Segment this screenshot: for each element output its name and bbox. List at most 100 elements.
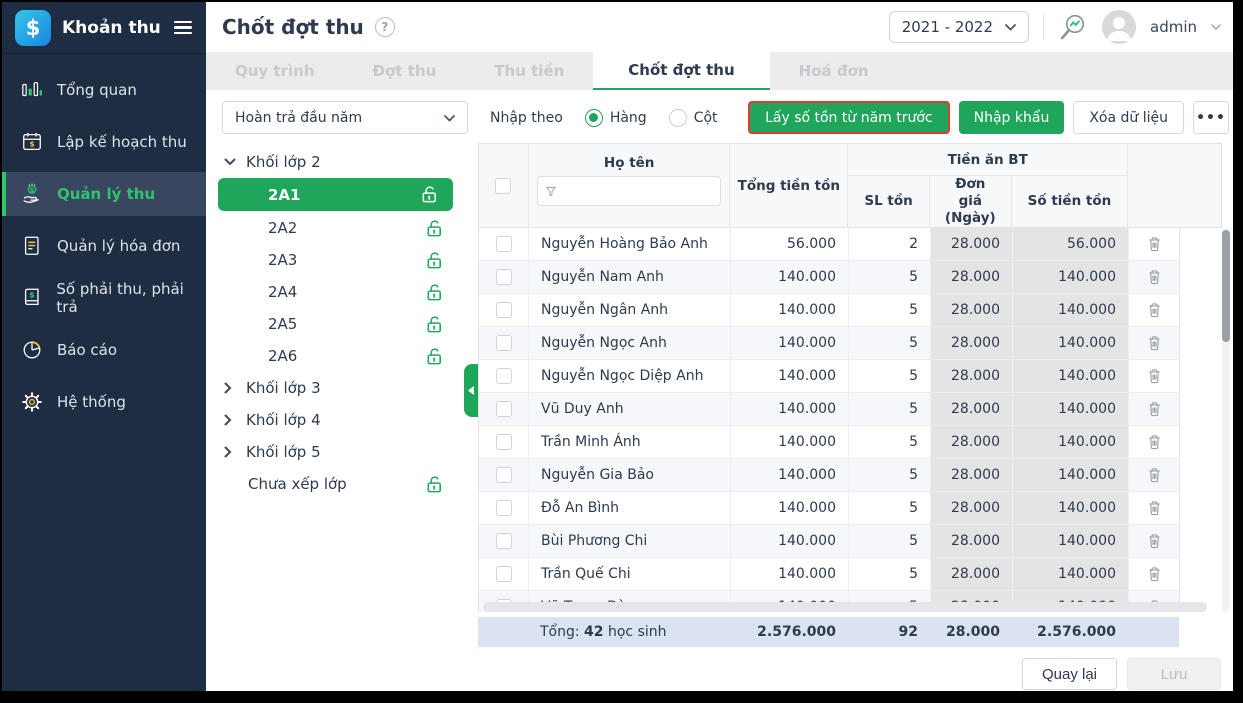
get-balance-from-last-year-button[interactable]: Lấy số tồn từ năm trước bbox=[748, 101, 950, 134]
vertical-scrollbar-thumb[interactable] bbox=[1222, 230, 1230, 342]
cell-qty[interactable]: 5 bbox=[849, 360, 931, 392]
tree-item[interactable]: 2A2 bbox=[206, 212, 478, 244]
tab[interactable]: Hoá đơn bbox=[770, 52, 898, 90]
tree-item[interactable]: Chưa xếp lớp bbox=[206, 468, 478, 500]
chevron-down-icon[interactable] bbox=[224, 158, 244, 166]
cell-total-balance[interactable]: 140.000 bbox=[731, 360, 849, 392]
row-checkbox[interactable] bbox=[496, 500, 512, 516]
cell-qty[interactable]: 5 bbox=[849, 294, 931, 326]
row-checkbox[interactable] bbox=[496, 434, 512, 450]
radio-column-control[interactable] bbox=[669, 109, 687, 127]
tab[interactable]: Quy trình bbox=[206, 52, 344, 90]
delete-row-button[interactable] bbox=[1147, 467, 1162, 483]
cell-total-balance[interactable]: 140.000 bbox=[731, 426, 849, 458]
import-button[interactable]: Nhập khẩu bbox=[959, 101, 1065, 134]
sidebar-item-so-phai-thu-phai-tra[interactable]: $ Số phải thu, phải trả bbox=[2, 276, 206, 320]
sidebar-item-quan-ly-hoa-don[interactable]: Quản lý hóa đơn bbox=[2, 224, 206, 268]
back-button[interactable]: Quay lại bbox=[1022, 658, 1117, 690]
tree-item[interactable]: 2A6 bbox=[206, 340, 478, 372]
horizontal-scrollbar[interactable] bbox=[483, 602, 1207, 612]
name-filter[interactable] bbox=[537, 176, 721, 206]
radio-column[interactable]: Cột bbox=[669, 109, 718, 127]
delete-row-button[interactable] bbox=[1147, 434, 1162, 450]
row-checkbox[interactable] bbox=[496, 467, 512, 483]
tree-item[interactable]: Khối lớp 2 bbox=[206, 146, 478, 178]
chevron-right-icon[interactable] bbox=[224, 414, 244, 426]
tree-item[interactable]: 2A5 bbox=[206, 308, 478, 340]
cell-qty[interactable]: 2 bbox=[849, 228, 931, 260]
tab[interactable]: Đợt thu bbox=[344, 52, 466, 90]
row-checkbox[interactable] bbox=[496, 368, 512, 384]
cell-qty[interactable]: 5 bbox=[849, 459, 931, 491]
select-all-checkbox[interactable] bbox=[495, 178, 511, 194]
cell-total-balance[interactable]: 140.000 bbox=[731, 459, 849, 491]
username[interactable]: admin bbox=[1150, 18, 1197, 36]
fee-type-select[interactable]: Hoàn trả đầu năm bbox=[222, 101, 468, 134]
help-icon[interactable]: ? bbox=[375, 17, 395, 37]
search-trend-icon[interactable] bbox=[1058, 12, 1088, 42]
delete-row-button[interactable] bbox=[1147, 401, 1162, 417]
row-checkbox[interactable] bbox=[496, 269, 512, 285]
tree-item[interactable]: Khối lớp 5 bbox=[206, 436, 478, 468]
tab[interactable]: Chốt đợt thu bbox=[593, 52, 769, 90]
delete-row-button[interactable] bbox=[1147, 500, 1162, 516]
cell-total-balance[interactable]: 140.000 bbox=[731, 294, 849, 326]
radio-row[interactable]: Hàng bbox=[585, 109, 647, 127]
cell-qty[interactable]: 5 bbox=[849, 558, 931, 590]
cell-total-balance[interactable]: 140.000 bbox=[731, 492, 849, 524]
tree-item[interactable]: 2A4 bbox=[206, 276, 478, 308]
row-checkbox[interactable] bbox=[496, 533, 512, 549]
cell-qty[interactable]: 5 bbox=[849, 327, 931, 359]
delete-row-button[interactable] bbox=[1147, 335, 1162, 351]
cell-qty[interactable]: 5 bbox=[849, 492, 931, 524]
cell-total-balance[interactable]: 140.000 bbox=[731, 327, 849, 359]
more-options-button[interactable]: ••• bbox=[1193, 101, 1229, 134]
school-year-select[interactable]: 2021 - 2022 bbox=[889, 11, 1029, 43]
tree-item[interactable]: 2A3 bbox=[206, 244, 478, 276]
delete-row-button[interactable] bbox=[1147, 368, 1162, 384]
tree-item[interactable]: 2A1 bbox=[218, 178, 453, 211]
delete-row-button[interactable] bbox=[1147, 566, 1162, 582]
cell-qty[interactable]: 5 bbox=[849, 426, 931, 458]
cell-qty[interactable]: 5 bbox=[849, 393, 931, 425]
bar-chart-icon bbox=[20, 79, 44, 101]
row-checkbox[interactable] bbox=[496, 302, 512, 318]
tree-item[interactable]: Khối lớp 3 bbox=[206, 372, 478, 404]
clear-data-button[interactable]: Xóa dữ liệu bbox=[1073, 101, 1184, 134]
unlock-icon bbox=[420, 185, 439, 204]
name-filter-input[interactable] bbox=[562, 184, 712, 199]
cell-total-balance[interactable]: 140.000 bbox=[731, 261, 849, 293]
cell-total-balance[interactable]: 140.000 bbox=[731, 393, 849, 425]
chevron-right-icon[interactable] bbox=[224, 446, 244, 458]
sidebar-item-quan-ly-thu[interactable]: $ Quản lý thu bbox=[2, 172, 206, 216]
avatar[interactable] bbox=[1102, 10, 1136, 44]
row-checkbox[interactable] bbox=[496, 566, 512, 582]
row-checkbox[interactable] bbox=[496, 236, 512, 252]
cell-qty[interactable]: 5 bbox=[849, 261, 931, 293]
sidebar-item-bao-cao[interactable]: Báo cáo bbox=[2, 328, 206, 372]
row-checkbox[interactable] bbox=[496, 401, 512, 417]
tab[interactable]: Thu tiền bbox=[465, 52, 593, 90]
save-button[interactable]: Lưu bbox=[1127, 658, 1221, 690]
tree-collapse-handle[interactable] bbox=[464, 364, 478, 417]
sidebar-item-he-thong[interactable]: Hệ thống bbox=[2, 380, 206, 424]
delete-row-button[interactable] bbox=[1147, 269, 1162, 285]
cell-total-balance[interactable]: 140.000 bbox=[731, 558, 849, 590]
hamburger-menu-icon[interactable] bbox=[174, 21, 192, 35]
tree-item[interactable]: Khối lớp 4 bbox=[206, 404, 478, 436]
delete-row-button[interactable] bbox=[1147, 236, 1162, 252]
cell-total-balance[interactable]: 140.000 bbox=[731, 525, 849, 557]
cell-qty[interactable]: 5 bbox=[849, 525, 931, 557]
sidebar-item-label: Số phải thu, phải trả bbox=[56, 280, 206, 316]
cell-total-balance[interactable]: 56.000 bbox=[731, 228, 849, 260]
row-checkbox[interactable] bbox=[496, 335, 512, 351]
sidebar-item-lap-ke-hoach-thu[interactable]: $ Lập kế hoạch thu bbox=[2, 120, 206, 164]
delete-row-button[interactable] bbox=[1147, 302, 1162, 318]
chevron-right-icon[interactable] bbox=[224, 382, 244, 394]
sidebar-item-tong-quan[interactable]: Tổng quan bbox=[2, 68, 206, 112]
vertical-scrollbar[interactable] bbox=[1222, 228, 1230, 612]
delete-row-button[interactable] bbox=[1147, 533, 1162, 549]
cell-student-name: Nguyễn Ngọc Diệp Anh bbox=[529, 360, 731, 392]
cell-amount: 140.000 bbox=[1013, 459, 1129, 491]
radio-row-control[interactable] bbox=[585, 109, 603, 127]
